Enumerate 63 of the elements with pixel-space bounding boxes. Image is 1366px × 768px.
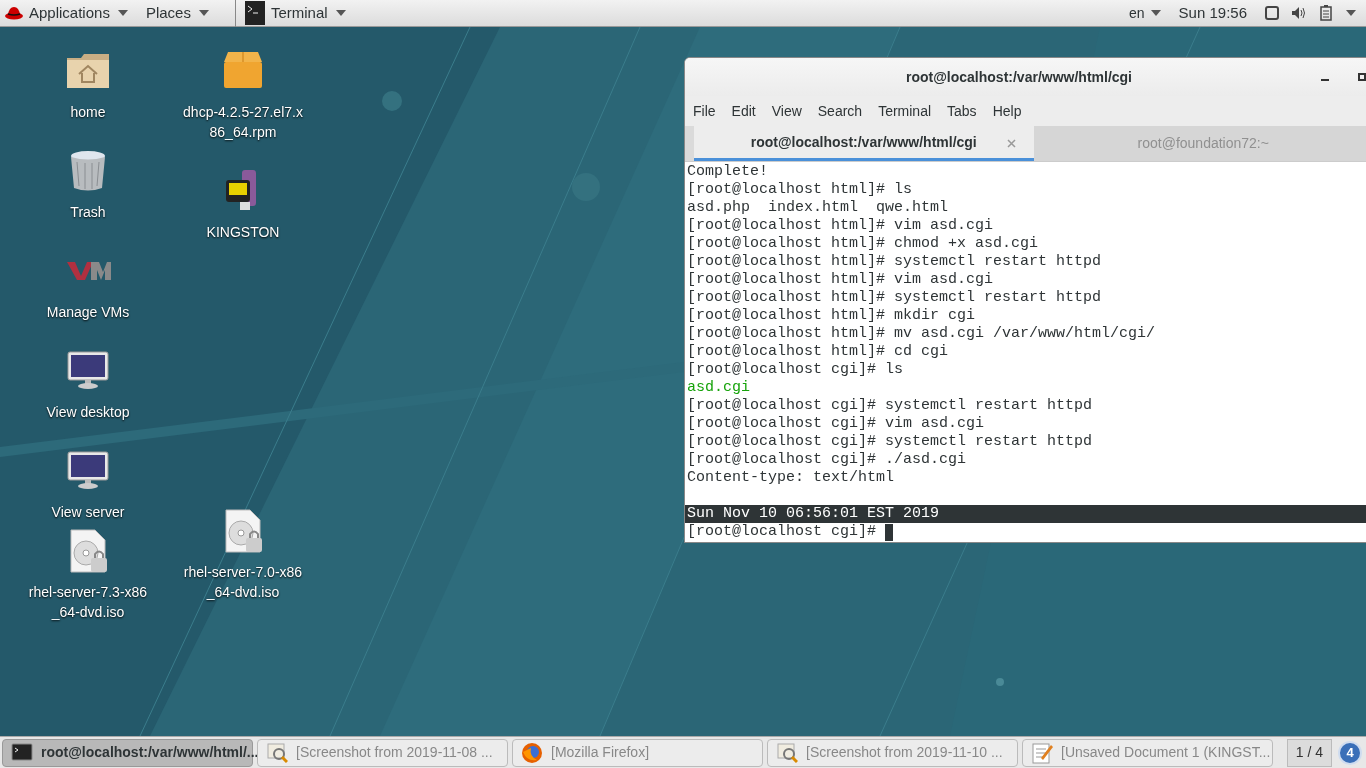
caret-icon — [1150, 10, 1161, 16]
menu-item[interactable]: Help — [992, 100, 1022, 122]
terminal-line: [root@localhost html]# cd cgi — [687, 343, 949, 361]
terminal-line: [root@localhost cgi]# ls — [687, 361, 904, 379]
workspace-switcher[interactable]: 1 / 4 — [1286, 738, 1332, 767]
image-viewer-icon — [776, 741, 798, 764]
terminal-line: [root@localhost html]# vim asd.cgi — [687, 217, 994, 235]
terminal-line: [root@localhost cgi]# vim asd.cgi — [687, 415, 985, 433]
icon-label[interactable]: home — [25, 102, 151, 122]
terminal-line: [root@localhost html]# mv asd.cgi /var/www/html/cgi/ — [687, 325, 1156, 343]
battery-icon — [1320, 5, 1332, 21]
caret-icon — [117, 10, 128, 16]
caret-icon — [1346, 10, 1356, 16]
terminal-line: [root@localhost cgi]# — [687, 523, 878, 541]
hat-icon — [5, 6, 23, 20]
terminal-line: [root@localhost html]# systemctl restart httpd — [687, 253, 1102, 271]
globe-icon — [521, 741, 543, 764]
clock[interactable]: Sun 19:56 — [1178, 1, 1247, 25]
terminal-line: [root@localhost html]# systemctl restart httpd — [687, 289, 1102, 307]
menu-button[interactable]: Terminal — [270, 1, 346, 25]
icon-label[interactable]: rhel-server-7.0-x86_64-dvd.iso — [180, 562, 306, 602]
caret-icon — [198, 10, 209, 16]
terminal-line: [root@localhost cgi]# systemctl restart httpd — [687, 433, 1093, 451]
menu-item[interactable]: File — [693, 100, 716, 122]
volume-icon — [1291, 6, 1306, 20]
terminal-line: asd.php index.html qwe.html — [687, 199, 949, 217]
menu-item[interactable]: Terminal — [878, 100, 932, 122]
minimize-icon — [1321, 79, 1329, 81]
terminal-icon — [244, 1, 265, 25]
terminal-line: [root@localhost html]# vim asd.cgi — [687, 271, 994, 289]
notification-badge[interactable]: 4 — [1338, 740, 1362, 765]
menu-item[interactable]: View — [771, 100, 802, 122]
icon-label[interactable]: View desktop — [25, 402, 151, 422]
terminal-line: Sun Nov 10 06:56:01 EST 2019 — [687, 505, 940, 523]
close-icon — [1006, 139, 1016, 148]
terminal-line: [root@localhost cgi]# systemctl restart httpd — [687, 397, 1093, 415]
icon-label[interactable]: Manage VMs — [25, 302, 151, 322]
menu-item[interactable]: Search — [817, 100, 863, 122]
icon-label[interactable]: View server — [25, 502, 151, 522]
terminal-line: asd.cgi — [687, 379, 750, 397]
menu-button[interactable]: Places — [145, 1, 209, 25]
notepad-icon — [1031, 741, 1053, 764]
window-title: root@localhost:/var/www/html/cgi — [906, 67, 1132, 87]
terminal-line: Content-type: text/html — [687, 469, 895, 487]
terminal-icon — [11, 741, 33, 764]
icon-label[interactable]: Trash — [25, 202, 151, 222]
terminal-line: [root@localhost html]# chmod +x asd.cgi — [687, 235, 1039, 253]
icon-label[interactable]: dhcp-4.2.5-27.el7.x86_64.rpm — [180, 102, 306, 142]
terminal-line: [root@localhost html]# mkdir cgi — [687, 307, 976, 325]
maximize-icon — [1358, 73, 1366, 81]
tab[interactable]: root@localhost:/var/www/html/cgi — [694, 126, 1034, 161]
icon-label[interactable]: rhel-server-7.3-x86_64-dvd.iso — [25, 582, 151, 622]
menu-item[interactable]: Edit — [731, 100, 756, 122]
terminal-line: [root@localhost html]# ls — [687, 181, 913, 199]
terminal-line: Complete! — [687, 163, 768, 181]
language-button[interactable]: en — [1129, 2, 1161, 24]
terminal-line: [root@localhost cgi]# ./asd.cgi — [687, 451, 967, 469]
menu-button[interactable]: Applications — [29, 1, 128, 25]
image-viewer-icon — [266, 741, 288, 764]
caret-icon — [335, 10, 346, 16]
menu-item[interactable]: Tabs — [947, 100, 977, 122]
icon-label[interactable]: KINGSTON — [180, 222, 306, 242]
window-icon — [1265, 6, 1279, 20]
